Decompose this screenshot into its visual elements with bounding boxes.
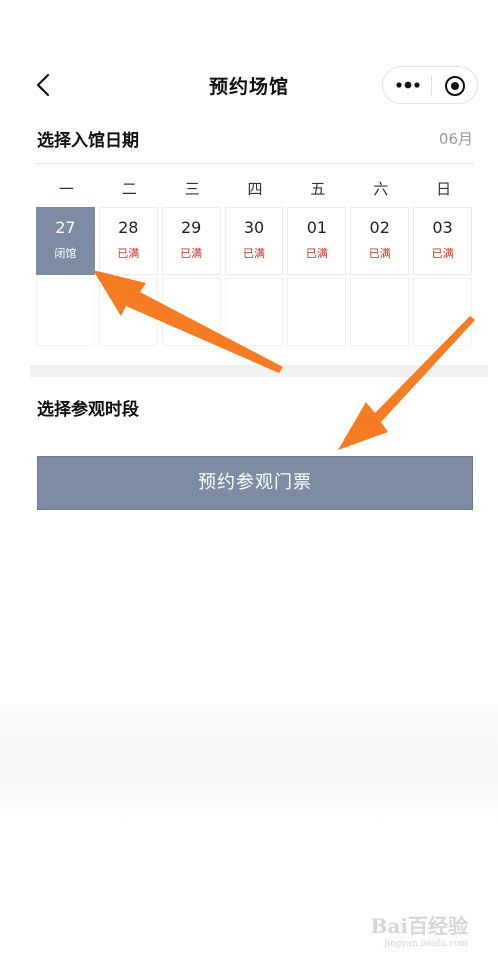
day-status: 已满 bbox=[243, 247, 265, 260]
day-number: 28 bbox=[118, 218, 139, 237]
month-label: 06月 bbox=[438, 130, 473, 148]
day-number: 30 bbox=[243, 218, 265, 237]
day-status: 闭馆 bbox=[54, 247, 77, 260]
book-ticket-button[interactable]: 预约参观门票 bbox=[37, 456, 473, 510]
calendar-empty-cell bbox=[287, 278, 347, 346]
day-status: 已满 bbox=[305, 247, 328, 260]
watermark-sub: jingyan.baidu.com bbox=[384, 939, 468, 949]
calendar-day-cell[interactable]: 01 已满 bbox=[287, 207, 347, 275]
time-section-title: 选择参观时段 bbox=[37, 400, 139, 420]
page: 预约场馆 选择入馆日期 06月 一 二 三 四 五 六 日 27 闭馆 28 已… bbox=[0, 0, 498, 967]
calendar-empty-cell bbox=[413, 278, 473, 346]
day-status: 已满 bbox=[431, 247, 454, 260]
weekday-label: 三 bbox=[184, 180, 200, 198]
day-status: 已满 bbox=[180, 247, 203, 260]
day-number: 29 bbox=[180, 218, 202, 237]
bottom-shade bbox=[0, 705, 498, 825]
calendar-day-cell[interactable]: 02 已满 bbox=[350, 207, 410, 275]
calendar-empty-cell bbox=[36, 278, 95, 346]
calendar-grid: 27 闭馆 28 已满 29 已满 30 已满 01 已满 02 已满 03 已… bbox=[36, 207, 476, 349]
calendar-day-cell[interactable]: 30 已满 bbox=[224, 207, 284, 275]
menu-capsule bbox=[382, 66, 478, 104]
weekday-header: 一 二 三 四 五 六 日 bbox=[35, 178, 475, 199]
day-number: 01 bbox=[306, 218, 328, 237]
weekday-label: 六 bbox=[373, 180, 389, 198]
weekday-label: 四 bbox=[247, 180, 263, 198]
weekday-label: 五 bbox=[310, 180, 326, 198]
day-number: 27 bbox=[55, 218, 76, 237]
weekday-label: 一 bbox=[58, 180, 74, 198]
date-section-title: 选择入馆日期 bbox=[37, 131, 139, 151]
calendar-empty-cell bbox=[224, 278, 284, 346]
capsule-divider bbox=[431, 75, 432, 95]
calendar-day-cell[interactable]: 03 已满 bbox=[413, 207, 473, 275]
divider bbox=[37, 163, 474, 164]
calendar-day-cell[interactable]: 29 已满 bbox=[161, 207, 221, 275]
calendar-day-cell[interactable]: 27 闭馆 bbox=[36, 207, 95, 275]
calendar-day-cell[interactable]: 28 已满 bbox=[98, 207, 158, 275]
calendar-empty-cell bbox=[161, 278, 221, 346]
watermark-logo: Bai百经验 jingyan.baidu.com bbox=[371, 910, 468, 949]
calendar-empty-cell bbox=[98, 278, 158, 346]
target-close-icon[interactable] bbox=[444, 75, 466, 97]
day-status: 已满 bbox=[368, 247, 391, 260]
more-dots-icon[interactable] bbox=[395, 78, 421, 92]
weekday-label: 日 bbox=[436, 180, 452, 198]
calendar-empty-cell bbox=[350, 278, 410, 346]
calendar-row bbox=[36, 278, 476, 346]
day-number: 03 bbox=[432, 218, 453, 237]
calendar-row: 27 闭馆 28 已满 29 已满 30 已满 01 已满 02 已满 03 已… bbox=[36, 207, 476, 275]
day-number: 02 bbox=[369, 218, 390, 237]
watermark-text: Bai百经验 bbox=[370, 914, 468, 938]
section-separator bbox=[30, 365, 488, 377]
weekday-label: 二 bbox=[121, 180, 137, 198]
day-status: 已满 bbox=[117, 247, 140, 260]
